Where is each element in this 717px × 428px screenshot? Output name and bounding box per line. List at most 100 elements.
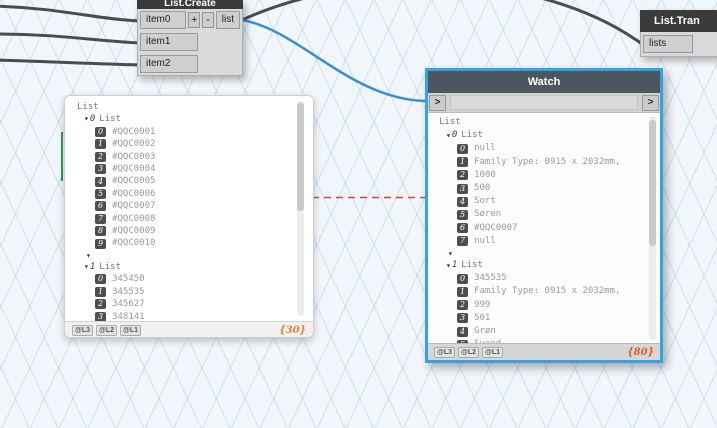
list-item-value: 345535 <box>112 286 145 297</box>
list-item-index: 0 <box>95 274 107 285</box>
preview-list-view[interactable]: List ▾ 0 List 0 #QQC0001 1 #QQC0002 2 #QQC0… <box>65 96 313 321</box>
list-group-header[interactable]: ▾ 1 List <box>77 261 313 273</box>
list-item-value: Sort <box>474 196 496 207</box>
more-items-icon[interactable]: ▾ <box>439 248 660 259</box>
group-label: List <box>99 114 121 125</box>
item-count-badge: {80} <box>627 346 654 358</box>
list-item-value: 501 <box>474 312 491 323</box>
list-item-value: 1000 <box>474 169 496 180</box>
list-group-header[interactable]: ▾ 1 List <box>439 259 660 272</box>
list-group-header[interactable]: ▾ 0 List <box>77 113 313 125</box>
list-item-index: 3 <box>95 164 107 175</box>
list-item-value: Family Type: 0915 x 2032mm, <box>474 286 626 297</box>
list-item-value: null <box>474 235 496 246</box>
wire-list-to-transpose[interactable] <box>240 0 644 46</box>
node-list-transpose-body: lists <box>640 32 717 57</box>
collapse-arrow-icon[interactable]: ▾ <box>84 113 89 125</box>
wire-list-to-watch[interactable] <box>240 18 430 103</box>
dynamo-workspace[interactable]: List.Create item0 + - list item1 item2 L… <box>0 0 717 428</box>
watch-input-port[interactable]: > <box>429 94 446 111</box>
list-item-index: 6 <box>457 223 469 234</box>
watch-scrollbar[interactable] <box>649 116 656 340</box>
node-row: item0 + - list <box>138 9 242 31</box>
list-item: 0 #QQC0001 <box>77 126 313 138</box>
remove-input-button[interactable]: - <box>202 12 214 28</box>
collapse-arrow-icon[interactable]: ▾ <box>446 129 451 142</box>
list-item-value: #QQC0003 <box>112 151 156 162</box>
node-list-create[interactable]: List.Create item0 + - list item1 item2 <box>137 0 243 76</box>
node-watch-header[interactable]: Watch <box>428 71 660 93</box>
list-group-header[interactable]: ▾ 0 List <box>439 129 660 142</box>
list-item: 6 #QQC0007 <box>439 222 660 235</box>
level-badge: @L1 <box>120 324 141 336</box>
list-item: 9 #QQC0010 <box>77 237 313 249</box>
add-input-button[interactable]: + <box>188 12 201 28</box>
node-list-transpose-header[interactable]: List.Tran <box>640 10 717 32</box>
list-item-value: #QQC0009 <box>112 226 156 237</box>
list-item-index: 2 <box>95 151 107 162</box>
list-item-value: Svend <box>474 338 501 343</box>
list-item-value: #QQC0007 <box>112 201 156 212</box>
list-item-value: #QQC0005 <box>112 176 156 187</box>
list-item: 0 null <box>439 142 660 155</box>
list-item-index: 1 <box>457 287 469 298</box>
port-list-output[interactable]: list <box>215 11 240 29</box>
watch-footer: @L3 @L2 @L1 {80} <box>428 343 660 360</box>
collapse-arrow-icon[interactable]: ▾ <box>84 261 89 273</box>
list-item: 4 Grøn <box>439 325 660 338</box>
list-item: 6 #QQC0007 <box>77 200 313 212</box>
wire-item1-input[interactable] <box>0 32 142 45</box>
node-list-transpose[interactable]: List.Tran lists <box>640 10 717 57</box>
list-item-value: Grøn <box>474 326 496 337</box>
collapse-arrow-icon[interactable]: ▾ <box>446 259 451 272</box>
list-item: 8 #QQC0009 <box>77 225 313 237</box>
list-item-index: 4 <box>457 196 469 207</box>
node-watch[interactable]: Watch > > List ▾ 0 List 0 null 1 Family Ty… <box>425 68 663 363</box>
scrollbar-thumb[interactable] <box>649 120 656 246</box>
list-item-index: 2 <box>95 299 107 310</box>
port-item1[interactable]: item1 <box>140 33 198 51</box>
list-item-value: 345535 <box>474 273 507 284</box>
list-item-value: #QQC0002 <box>112 139 156 150</box>
list-item-value: Family Type: 0915 x 2032mm, <box>474 156 626 167</box>
item-count-badge: {30} <box>279 324 306 336</box>
list-item: 3 348141 <box>77 311 313 322</box>
list-item-index: 8 <box>95 226 107 237</box>
list-item-index: 6 <box>95 201 107 212</box>
list-item-index: 5 <box>457 339 469 343</box>
wire-item2-input[interactable] <box>0 58 142 67</box>
scrollbar-thumb[interactable] <box>297 103 304 211</box>
level-badge: @L1 <box>482 346 503 358</box>
list-item-value: #QQC0001 <box>112 126 156 137</box>
list-item: 7 null <box>439 235 660 248</box>
port-item0[interactable]: item0 <box>140 11 187 29</box>
list-item-value: Søren <box>474 209 502 220</box>
bubble-footer: @L3 @L2 @L1 {30} <box>65 321 313 337</box>
list-item-index: 2 <box>457 170 469 181</box>
node-list-create-body: item0 + - list item1 item2 <box>137 9 243 76</box>
list-item-index: 5 <box>457 210 469 221</box>
list-item-value: 999 <box>474 299 491 310</box>
port-item2[interactable]: item2 <box>140 55 198 73</box>
watch-output-port[interactable]: > <box>642 94 659 111</box>
list-item: 3 501 <box>439 312 660 325</box>
level-badge: @L2 <box>96 324 117 336</box>
list-item: 5 Svend <box>439 338 660 343</box>
list-item-value: 345627 <box>112 299 145 310</box>
list-item-value: null <box>474 143 496 154</box>
watch-list-view[interactable]: List ▾ 0 List 0 null 1 Family Type: 0915 x… <box>428 113 660 343</box>
node-row: item2 <box>138 53 242 75</box>
list-item-value: #QQC0004 <box>112 164 156 175</box>
wire-item0-input[interactable] <box>0 4 142 23</box>
list-item: 1 Family Type: 0915 x 2032mm, <box>439 156 660 169</box>
more-items-icon[interactable]: ▾ <box>77 250 313 261</box>
port-lists[interactable]: lists <box>643 35 693 53</box>
node-list-create-header[interactable]: List.Create <box>137 0 243 9</box>
preview-bubble[interactable]: List ▾ 0 List 0 #QQC0001 1 #QQC0002 2 #QQC0… <box>64 95 314 338</box>
list-item-index: 4 <box>95 176 107 187</box>
bubble-scrollbar[interactable] <box>297 101 304 316</box>
node-list-create-title: List.Create <box>164 0 216 9</box>
list-item-value: 348141 <box>112 311 145 322</box>
list-item-index: 1 <box>95 139 107 150</box>
list-item-value: 500 <box>474 183 491 194</box>
